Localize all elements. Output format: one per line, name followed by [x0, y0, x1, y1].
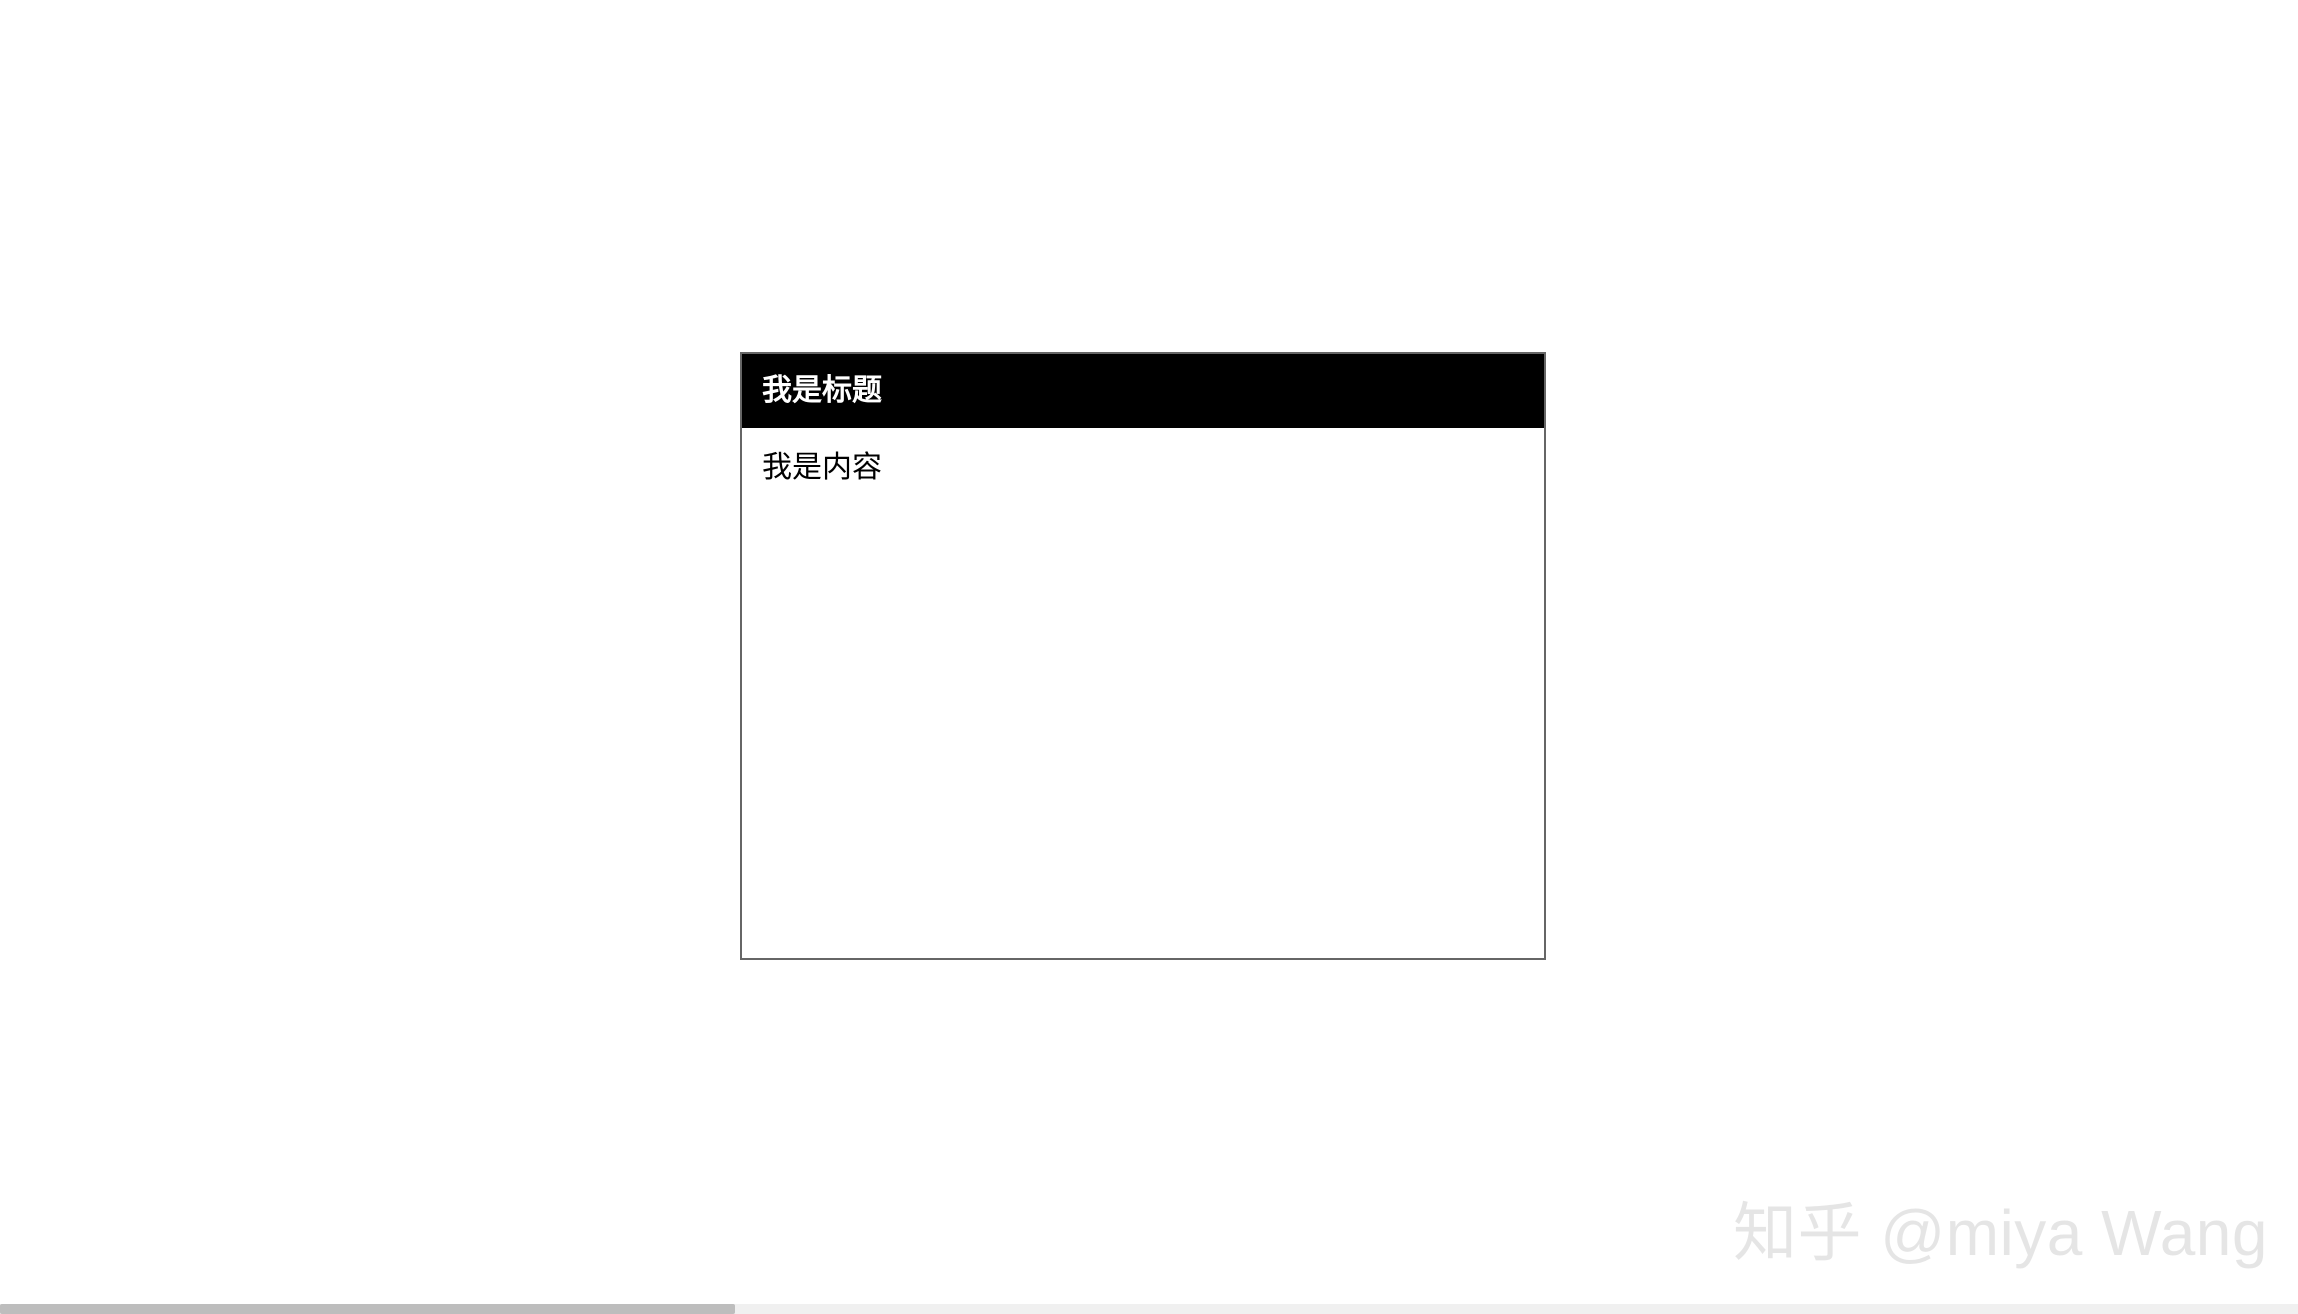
watermark-text: 知乎 @miya Wang: [1733, 1182, 2268, 1274]
panel-content: 我是内容: [742, 428, 1544, 958]
horizontal-scrollbar[interactable]: [0, 1304, 2298, 1314]
horizontal-scrollbar-thumb[interactable]: [0, 1304, 735, 1314]
panel-title: 我是标题: [742, 354, 1544, 428]
demo-panel: 我是标题 我是内容: [740, 352, 1546, 960]
viewport: 我是标题 我是内容 知乎 @miya Wang: [0, 0, 2298, 1314]
